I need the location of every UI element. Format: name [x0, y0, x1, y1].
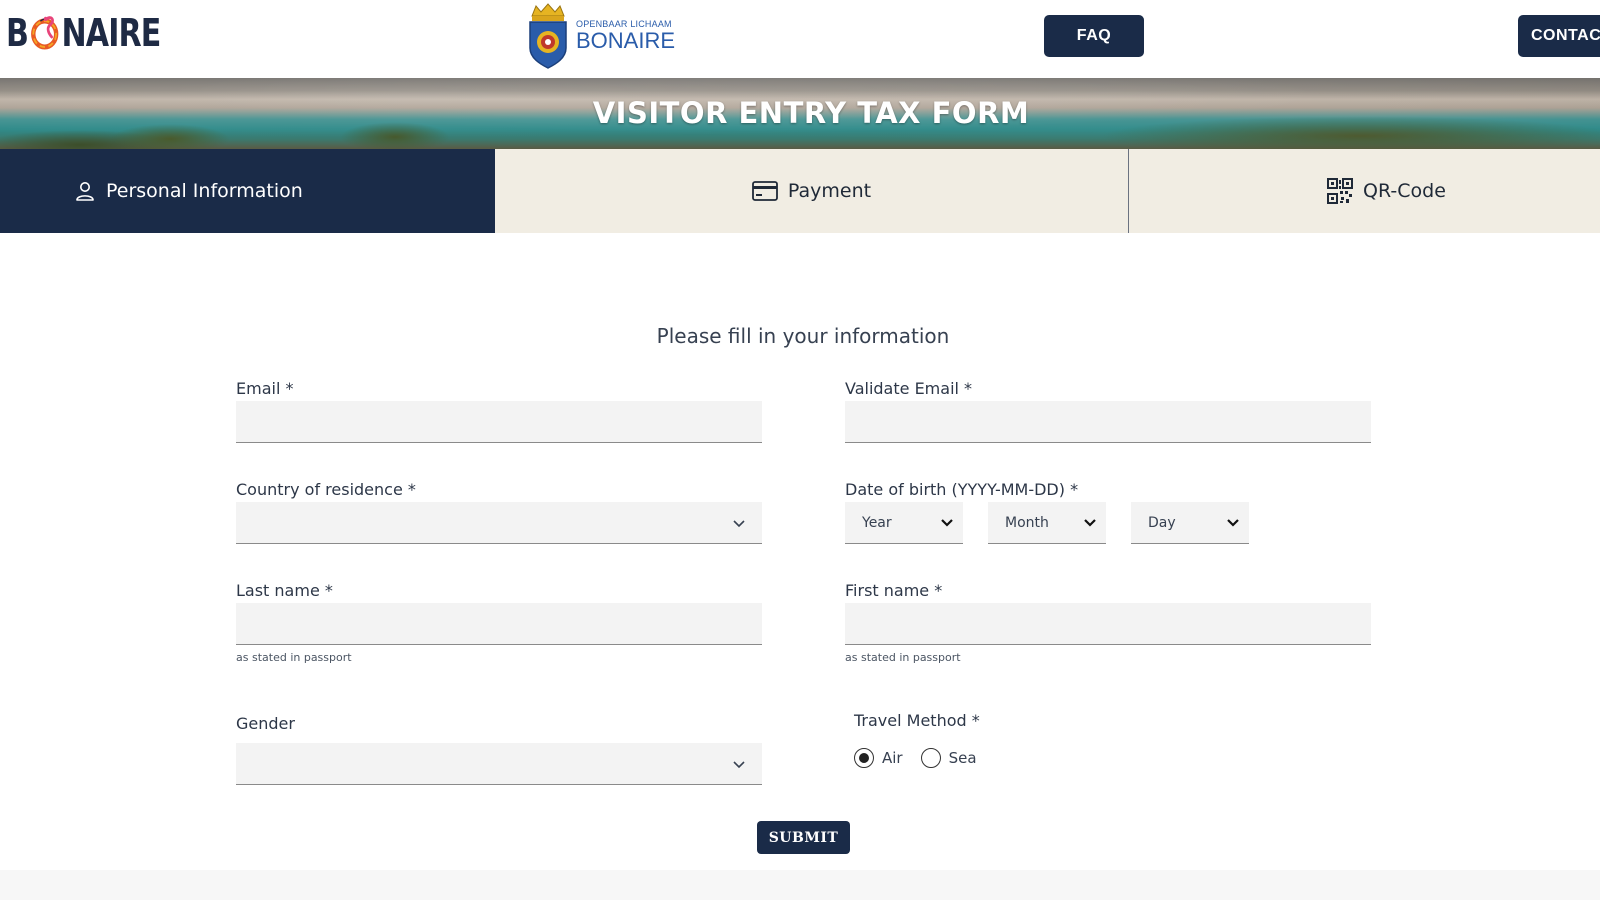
last-name-field[interactable]	[236, 603, 762, 645]
travel-method-label: Travel Method *	[854, 711, 980, 730]
step-label: QR-Code	[1363, 180, 1446, 202]
step-qr-code[interactable]: QR-Code	[1129, 149, 1600, 233]
radio-checked-icon[interactable]	[854, 748, 874, 768]
bonaire-tourism-logo[interactable]: B NAIRE	[6, 10, 182, 56]
credit-card-icon	[752, 181, 778, 201]
dob-label: Date of birth (YYYY-MM-DD) *	[845, 480, 1079, 499]
travel-method-radio-group: Air Sea	[854, 748, 995, 768]
first-name-label: First name *	[845, 581, 943, 600]
country-select[interactable]	[236, 502, 762, 544]
dob-day-value: Day	[1148, 514, 1176, 531]
coat-of-arms-icon	[529, 3, 567, 69]
progress-steps: Personal Information Payment QR-Code	[0, 149, 1600, 233]
openbaar-lichaam-bonaire-logo: OPENBAAR LICHAAM BONAIRE	[526, 2, 675, 70]
last-name-label: Last name *	[236, 581, 333, 600]
radio-unchecked-icon[interactable]	[920, 748, 941, 768]
validate-email-label: Validate Email *	[845, 379, 973, 398]
chevron-down-icon	[1084, 518, 1096, 527]
page-title: VISITOR ENTRY TAX FORM	[592, 96, 1030, 130]
faq-button[interactable]: FAQ	[1044, 15, 1144, 57]
brand-logo-text-end: NAIRE	[61, 11, 161, 55]
brand-logo-text-start: B	[6, 11, 29, 55]
step-personal-information[interactable]: Personal Information	[0, 149, 495, 233]
dob-year-select[interactable]: Year	[845, 502, 963, 544]
contact-button[interactable]: CONTACT	[1518, 15, 1600, 57]
travel-method-sea-radio[interactable]: Sea	[920, 748, 977, 768]
dob-month-select[interactable]: Month	[988, 502, 1106, 544]
footer-strip	[0, 870, 1600, 900]
qr-code-icon	[1327, 178, 1354, 204]
hero-banner: VISITOR ENTRY TAX FORM	[0, 78, 1600, 149]
step-label: Payment	[787, 180, 872, 202]
email-label: Email *	[236, 379, 294, 398]
dob-day-select[interactable]: Day	[1131, 502, 1249, 544]
first-name-helper: as stated in passport	[845, 651, 961, 664]
form-heading: Please fill in your information	[656, 324, 950, 348]
first-name-field[interactable]	[845, 603, 1371, 645]
gender-select[interactable]	[236, 743, 762, 785]
submit-button[interactable]: SUBMIT	[757, 821, 850, 854]
radio-label-air: Air	[882, 749, 903, 767]
travel-method-air-radio[interactable]: Air	[854, 748, 903, 768]
gov-logo-title: BONAIRE	[576, 28, 676, 53]
dob-month-value: Month	[1005, 514, 1049, 531]
chevron-down-icon	[1227, 518, 1239, 527]
chevron-down-icon	[941, 518, 953, 527]
last-name-helper: as stated in passport	[236, 651, 352, 664]
user-icon	[76, 182, 94, 201]
gender-label: Gender	[236, 714, 295, 733]
step-payment[interactable]: Payment	[495, 149, 1129, 233]
step-label: Personal Information	[106, 180, 303, 202]
validate-email-field[interactable]	[845, 401, 1371, 443]
chevron-down-icon	[733, 519, 745, 527]
flamingo-icon	[29, 13, 61, 53]
chevron-down-icon	[733, 760, 745, 768]
radio-label-sea: Sea	[948, 749, 977, 767]
dob-year-value: Year	[862, 514, 892, 531]
email-field[interactable]	[236, 401, 762, 443]
top-header: B NAIRE OPENBAAR LICHAAM BONAIRE FAQ CON…	[0, 0, 1600, 78]
country-label: Country of residence *	[236, 480, 416, 499]
